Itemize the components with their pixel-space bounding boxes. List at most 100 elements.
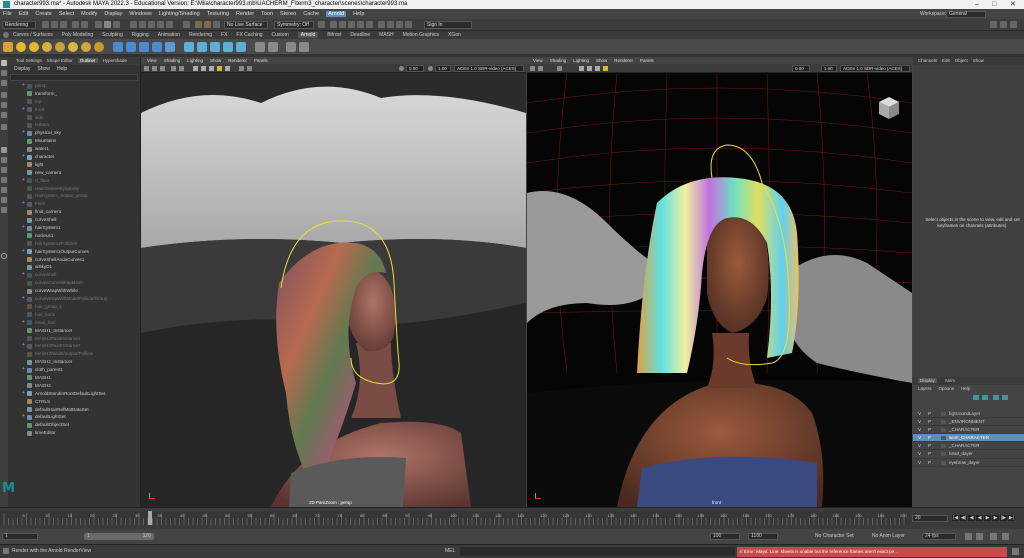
rotate-tool-icon[interactable] bbox=[1, 102, 7, 108]
play-forward-button[interactable]: ▶ bbox=[984, 515, 991, 521]
txmanager-icon[interactable] bbox=[184, 42, 194, 52]
outliner-row[interactable]: + curveWrapWithMode/Follicle/Group bbox=[8, 295, 140, 303]
visibility-toggle[interactable]: V bbox=[918, 442, 921, 450]
shelf-tab-rigging[interactable]: Rigging bbox=[132, 32, 149, 38]
snap-grid-icon[interactable] bbox=[130, 21, 137, 28]
lights-icon[interactable] bbox=[603, 66, 608, 71]
visibility-toggle[interactable]: V bbox=[918, 418, 921, 426]
visibility-toggle[interactable]: V bbox=[918, 450, 921, 458]
color-management-select[interactable]: ACES 1.0 SDR-video (ACES) bbox=[840, 65, 910, 72]
sign-in-button[interactable]: Sign In bbox=[424, 21, 472, 29]
tab-outliner[interactable]: Outliner bbox=[77, 58, 98, 63]
viewport-menu-shading[interactable]: Shading bbox=[164, 58, 181, 63]
outliner-row[interactable]: + MASH3PaintInstancer bbox=[8, 342, 140, 350]
layer-row[interactable]: V Phead_dayer bbox=[913, 450, 1024, 459]
light-manager-icon[interactable] bbox=[223, 42, 233, 52]
visibility-toggle[interactable]: V bbox=[918, 459, 921, 467]
visibility-toggle[interactable]: V bbox=[918, 410, 921, 418]
outliner-row[interactable]: MASH3/Waist/output/Follicle bbox=[8, 350, 140, 358]
standin-icon[interactable] bbox=[113, 42, 123, 52]
scale-tool-icon[interactable] bbox=[1, 112, 7, 118]
workspace-select[interactable]: General bbox=[946, 11, 986, 18]
outliner-row[interactable]: + curveShell bbox=[8, 271, 140, 279]
shelf-tab-bifrost[interactable]: Bifrost bbox=[327, 32, 341, 38]
playback-toggle[interactable]: P bbox=[928, 450, 931, 458]
mesh-light-icon[interactable] bbox=[55, 42, 65, 52]
menu-stereo[interactable]: Stereo bbox=[280, 11, 296, 17]
viewport-menu-shading[interactable]: Shading bbox=[550, 58, 567, 63]
film-gate-icon[interactable] bbox=[179, 66, 184, 71]
shelf-extra-icon[interactable] bbox=[255, 42, 265, 52]
wireframe-icon[interactable] bbox=[579, 66, 584, 71]
volume-icon[interactable] bbox=[126, 42, 136, 52]
go-to-end-button[interactable]: ▶| bbox=[1008, 515, 1015, 521]
outliner-row[interactable]: hair_group_1 bbox=[8, 303, 140, 311]
viewport-menu-lighting[interactable]: Lighting bbox=[187, 58, 203, 63]
shelf-extra-4-icon[interactable] bbox=[299, 42, 309, 52]
start-time-field[interactable]: 1 bbox=[2, 533, 38, 540]
tab-hypershade[interactable]: Hypershade bbox=[103, 58, 127, 63]
flush-cache-icon[interactable] bbox=[152, 42, 162, 52]
outliner-row[interactable]: + ArnoldStandInRootDefaultLightSet bbox=[8, 390, 140, 398]
outliner-row[interactable]: curveShellAndaCurves1 bbox=[8, 256, 140, 264]
grid-toggle-icon[interactable] bbox=[557, 66, 562, 71]
exposure-field[interactable]: 0.00 bbox=[406, 65, 424, 72]
menu-set-select[interactable]: Rendering bbox=[2, 21, 36, 29]
menu-texturing[interactable]: Texturing bbox=[207, 11, 229, 17]
outliner-row[interactable]: MASH1 bbox=[8, 374, 140, 382]
curve-collector-icon[interactable] bbox=[139, 42, 149, 52]
move-tool-icon[interactable] bbox=[1, 92, 7, 98]
outliner-row[interactable]: curvesCurveWrapMesh bbox=[8, 279, 140, 287]
mel-label[interactable]: MEL bbox=[445, 547, 455, 556]
new-layer-icon[interactable] bbox=[993, 395, 999, 400]
step-forward-key-button[interactable]: |▶ bbox=[1000, 515, 1007, 521]
live-surface-field[interactable]: No Live Surface bbox=[224, 21, 268, 29]
outliner-row[interactable]: new_camera bbox=[8, 169, 140, 177]
outliner-row[interactable]: + front bbox=[8, 106, 140, 114]
outliner-row[interactable]: defaultHairRefMatDataSet bbox=[8, 406, 140, 414]
camera-attr-icon[interactable] bbox=[144, 66, 149, 71]
outliner-menu-display[interactable]: Display bbox=[14, 66, 30, 72]
outliner-row[interactable]: + rt_floor bbox=[8, 177, 140, 185]
arnold-icon[interactable] bbox=[387, 21, 394, 28]
physical-sky-icon[interactable] bbox=[94, 42, 104, 52]
layout-hypershade-icon[interactable] bbox=[1, 197, 7, 203]
shelf-tab-animation[interactable]: Animation bbox=[158, 32, 180, 38]
snap-curve-icon[interactable] bbox=[139, 21, 146, 28]
menu-modify[interactable]: Modify bbox=[81, 11, 97, 17]
layer-tab-display[interactable]: Display bbox=[918, 378, 937, 383]
layer-menu-help[interactable]: Help bbox=[961, 386, 970, 391]
shelf-tab-curves-surfaces[interactable]: Curves / Surfaces bbox=[13, 32, 53, 38]
outliner-row[interactable]: hair_back bbox=[8, 311, 140, 319]
close-icon[interactable]: ✕ bbox=[1010, 0, 1016, 9]
channel-menu-channels[interactable]: Channels bbox=[918, 58, 937, 63]
shelf-tab-mash[interactable]: MASH bbox=[379, 32, 393, 38]
smooth-shade-icon[interactable] bbox=[201, 66, 206, 71]
menu-arnold[interactable]: Arnold bbox=[326, 11, 347, 17]
magnet-icon[interactable] bbox=[318, 21, 325, 28]
play-back-button[interactable]: ◀ bbox=[976, 515, 983, 521]
snap-surface-icon[interactable] bbox=[166, 21, 173, 28]
layer-menu-options[interactable]: Options bbox=[939, 386, 955, 391]
exposure-field[interactable]: 0.00 bbox=[792, 65, 810, 72]
lights-icon[interactable] bbox=[217, 66, 222, 71]
layer-color-swatch[interactable] bbox=[941, 412, 946, 416]
grid-toggle-icon[interactable] bbox=[171, 66, 176, 71]
smooth-shade-icon[interactable] bbox=[587, 66, 592, 71]
wireframe-icon[interactable] bbox=[193, 66, 198, 71]
menu-toon[interactable]: Toon bbox=[261, 11, 273, 17]
render-sequence-icon[interactable] bbox=[210, 42, 220, 52]
shelf-tab-rendering[interactable]: Rendering bbox=[189, 32, 212, 38]
lasso-tool-icon[interactable] bbox=[1, 70, 7, 76]
shelf-tab-arnold[interactable]: Arnold bbox=[297, 32, 319, 38]
shelf-tab-poly-modeling[interactable]: Poly Modeling bbox=[62, 32, 93, 38]
viewport-menu-panels[interactable]: Panels bbox=[254, 58, 268, 63]
anim-prefs-icon[interactable] bbox=[1002, 533, 1009, 540]
playback-toggle[interactable]: P bbox=[928, 426, 931, 434]
outliner-row[interactable]: aiSkyD1 bbox=[8, 263, 140, 271]
outliner-row[interactable]: transform_ bbox=[8, 90, 140, 98]
layout-single-icon[interactable] bbox=[1, 147, 7, 153]
playback-toggle[interactable]: P bbox=[928, 434, 931, 442]
layer-row[interactable]: V Peyebrow_dayer bbox=[913, 459, 1024, 467]
auto-key-icon[interactable] bbox=[990, 533, 997, 540]
